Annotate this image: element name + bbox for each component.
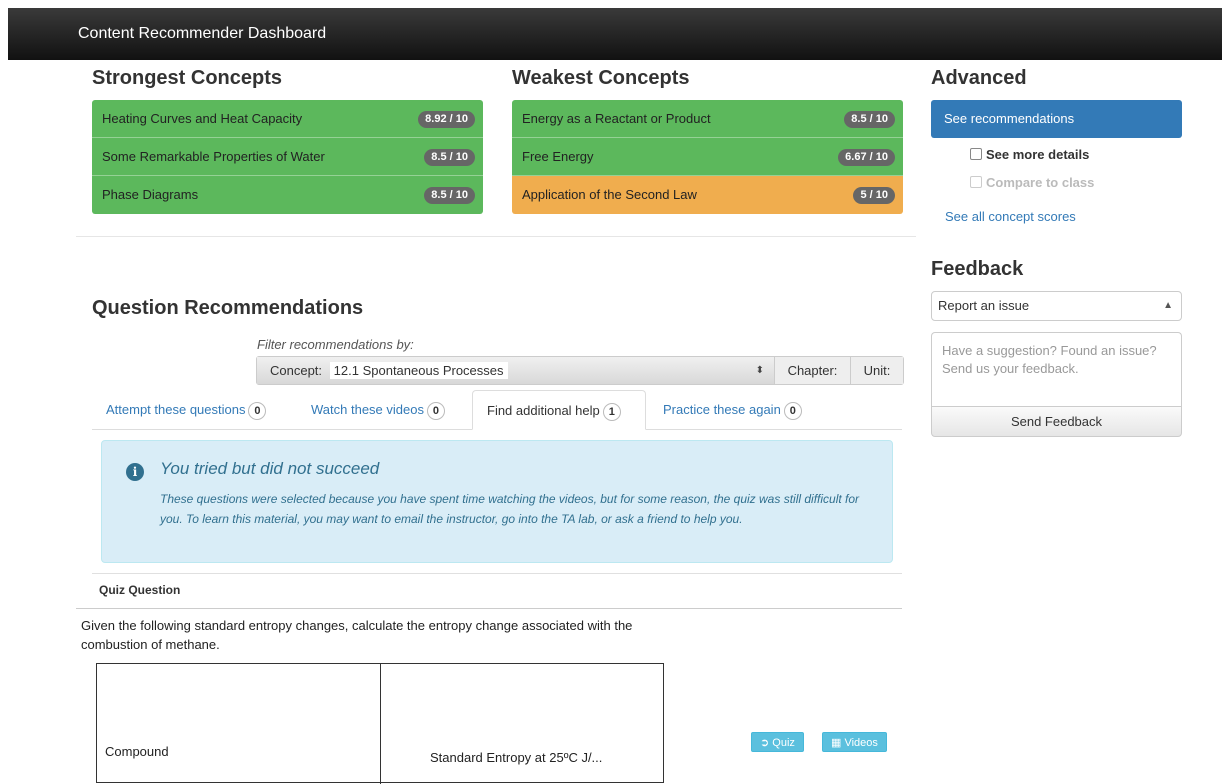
concept-label: Some Remarkable Properties of Water [102, 149, 325, 164]
score-badge: 5 / 10 [853, 187, 895, 204]
tab-label: Watch these videos [311, 402, 424, 417]
section-divider [76, 236, 916, 237]
score-badge: 8.5 / 10 [424, 149, 475, 166]
checkbox-box[interactable] [970, 148, 982, 160]
concept-label: Application of the Second Law [522, 187, 697, 202]
tab-watch-videos[interactable]: Watch these videos 0 [311, 400, 445, 430]
quiz-button-label: Quiz [772, 737, 795, 749]
chapter-filter-button[interactable]: Chapter: [775, 357, 851, 384]
tab-count-badge: 0 [248, 402, 267, 420]
checkbox-label: See more details [986, 147, 1090, 162]
checkbox-label: Compare to class [986, 175, 1095, 190]
see-recommendations-button[interactable]: See recommendations [931, 100, 1182, 138]
concept-select-value: 12.1 Spontaneous Processes [329, 362, 508, 379]
entropy-table: Compound Standard Entropy at 25ºC J/... [96, 663, 664, 784]
tab-count-badge: 0 [783, 402, 802, 420]
tab-label: Find additional help [487, 403, 600, 418]
tab-label: Practice these again [663, 402, 781, 417]
strongest-item[interactable]: Heating Curves and Heat Capacity 8.92 / … [92, 100, 483, 138]
strongest-heading: Strongest Concepts [92, 67, 283, 89]
feedback-type-select[interactable]: Report an issue ▲ [931, 291, 1182, 321]
film-icon: ▦ [831, 737, 842, 749]
select-arrows-icon: ▲ [1163, 300, 1173, 311]
advanced-heading: Advanced [931, 67, 1027, 89]
tab-count-badge: 1 [602, 403, 621, 421]
alert-title: You tried but did not succeed [160, 459, 380, 478]
strongest-list: Heating Curves and Heat Capacity 8.92 / … [92, 100, 483, 214]
table-header-entropy: Standard Entropy at 25ºC J/... [430, 750, 603, 765]
table-column-divider [380, 664, 381, 784]
select-arrows-icon: ⬍ [755, 365, 764, 376]
send-feedback-button[interactable]: Send Feedback [931, 406, 1182, 437]
weakest-item[interactable]: Free Energy 6.67 / 10 [512, 138, 903, 176]
strongest-item[interactable]: Some Remarkable Properties of Water 8.5 … [92, 138, 483, 176]
weakest-heading: Weakest Concepts [512, 67, 690, 89]
tab-find-help[interactable]: Find additional help 1 [472, 390, 646, 430]
alert-divider [92, 573, 902, 574]
table-header-compound: Compound [105, 744, 169, 759]
score-badge: 6.67 / 10 [838, 149, 895, 166]
alert-body: These questions were selected because yo… [160, 492, 860, 526]
more-details-checkbox[interactable]: See more details [970, 147, 1089, 162]
info-alert: i You tried but did not succeed These qu… [101, 440, 893, 563]
concept-label: Heating Curves and Heat Capacity [102, 111, 303, 126]
unit-filter-button[interactable]: Unit: [851, 357, 903, 384]
quiz-question-heading: Quiz Question [99, 583, 181, 597]
tab-practice-again[interactable]: Practice these again 0 [663, 400, 802, 430]
quiz-question-text: Given the following standard entropy cha… [81, 618, 633, 652]
select-value: Report an issue [938, 298, 1030, 313]
feedback-heading: Feedback [931, 258, 1024, 280]
weakest-item[interactable]: Energy as a Reactant or Product 8.5 / 10 [512, 100, 903, 138]
tab-attempt-questions[interactable]: Attempt these questions 0 [106, 400, 267, 430]
score-badge: 8.92 / 10 [418, 111, 475, 128]
score-badge: 8.5 / 10 [844, 111, 895, 128]
concept-select-label: Concept: [270, 363, 323, 378]
navbar: Content Recommender Dashboard [8, 8, 1222, 60]
concept-select[interactable]: Concept: 12.1 Spontaneous Processes ⬍ [257, 357, 775, 384]
window-edge [0, 0, 8, 770]
quiz-button[interactable]: ➲ Quiz [751, 732, 804, 752]
videos-button[interactable]: ▦ Videos [822, 732, 887, 752]
all-concept-scores-link[interactable]: See all concept scores [945, 209, 1076, 224]
strongest-item[interactable]: Phase Diagrams 8.5 / 10 [92, 176, 483, 214]
checkbox-box[interactable] [970, 176, 982, 188]
info-icon: i [126, 463, 144, 481]
concept-label: Energy as a Reactant or Product [522, 111, 711, 126]
login-arrow-icon: ➲ [760, 737, 770, 749]
score-badge: 8.5 / 10 [424, 187, 475, 204]
concept-label: Free Energy [522, 149, 594, 164]
weakest-item[interactable]: Application of the Second Law 5 / 10 [512, 176, 903, 214]
concept-label: Phase Diagrams [102, 187, 199, 202]
filter-group: Concept: 12.1 Spontaneous Processes ⬍ Ch… [256, 356, 904, 385]
tab-label: Attempt these questions [106, 402, 246, 417]
quiz-heading-divider [76, 608, 902, 609]
compare-class-checkbox[interactable]: Compare to class [970, 175, 1094, 190]
videos-button-label: Videos [844, 737, 878, 749]
weakest-list: Energy as a Reactant or Product 8.5 / 10… [512, 100, 903, 214]
filter-label: Filter recommendations by: [257, 337, 414, 352]
tab-count-badge: 0 [426, 402, 445, 420]
app-title[interactable]: Content Recommender Dashboard [78, 25, 326, 43]
recommendations-heading: Question Recommendations [92, 297, 364, 319]
feedback-textarea[interactable]: Have a suggestion? Found an issue? Send … [931, 332, 1182, 406]
